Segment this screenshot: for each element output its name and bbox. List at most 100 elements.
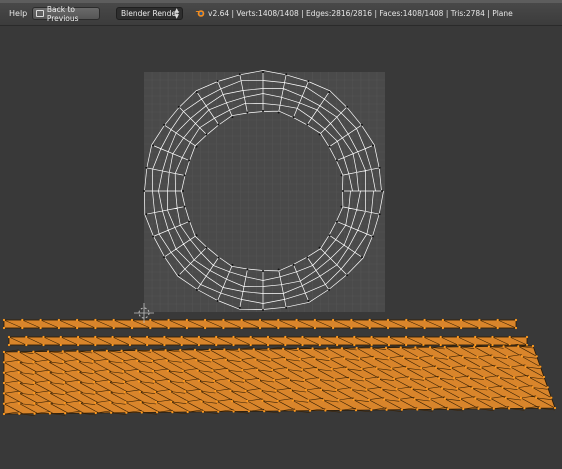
strip-bottom-vertex xyxy=(77,381,81,384)
strip-bottom-vertex xyxy=(276,399,279,402)
ring-vertex xyxy=(318,133,321,136)
strip-bottom-vertex xyxy=(337,398,340,402)
render-engine-select[interactable]: Blender Render ▲ ▼ xyxy=(116,7,183,20)
help-menu[interactable]: Help xyxy=(9,9,27,18)
strip-bottom-vertex xyxy=(76,360,80,363)
strip-bottom-vertex xyxy=(449,366,452,369)
ring-vertex xyxy=(285,306,288,309)
strip-bottom-vertex xyxy=(370,408,373,412)
strip-bottom-vertex xyxy=(462,407,465,411)
ring-vertex xyxy=(328,91,331,94)
strip-top-vertex xyxy=(368,326,371,330)
strip-bottom-vertex xyxy=(413,398,416,401)
strip-bottom-vertex xyxy=(231,400,234,403)
ring-vertex xyxy=(231,116,234,119)
ring-vertex xyxy=(183,174,186,177)
ring-vertex xyxy=(360,256,363,259)
strip-top-vertex xyxy=(514,326,518,330)
ring-vertex xyxy=(318,246,321,249)
ring-vertex xyxy=(145,166,148,169)
strip-bottom-vertex xyxy=(171,411,174,414)
ring-vertex xyxy=(277,111,280,114)
strip-bottom-vertex xyxy=(257,379,261,382)
strip-bottom-vertex xyxy=(271,368,274,371)
strip-bottom-vertex xyxy=(491,355,494,358)
strip-bottom-vertex xyxy=(502,345,505,348)
strip-bottom-vertex xyxy=(2,371,6,374)
strip-bottom-vertex xyxy=(211,369,214,372)
strip-bottom-vertex xyxy=(181,369,184,372)
strip-bottom-vertex xyxy=(377,377,381,380)
strip-bottom-vertex xyxy=(32,381,36,384)
strip-bottom-vertex xyxy=(420,366,423,370)
strip-bottom-vertex xyxy=(48,391,51,394)
strip-bottom-vertex xyxy=(64,412,67,415)
strip-bottom-vertex xyxy=(362,377,366,381)
ring-vertex xyxy=(246,268,249,271)
ring-vertex xyxy=(177,105,180,108)
ring-vertex xyxy=(205,246,208,249)
strip-middle-vertex xyxy=(215,335,218,339)
strip-bottom-vertex xyxy=(383,398,386,401)
strip-bottom-vertex xyxy=(440,387,444,390)
strip-middle-vertex xyxy=(146,335,149,339)
strip-bottom-vertex xyxy=(531,344,535,348)
strip-bottom-vertex xyxy=(182,379,186,383)
ring-vertex xyxy=(231,263,234,266)
strip-bottom-vertex xyxy=(152,380,156,383)
ring-vertex xyxy=(285,73,288,76)
strip-bottom-vertex xyxy=(47,381,51,384)
strip-top-vertex xyxy=(76,326,79,330)
strip-middle-vertex xyxy=(456,335,459,339)
strip-bottom-vertex xyxy=(347,378,351,381)
strip-bottom-vertex xyxy=(109,401,112,404)
strip-bottom-vertex xyxy=(107,380,111,383)
strip-middle-vertex xyxy=(474,335,477,339)
ring-vertex xyxy=(371,144,374,147)
ring-vertex xyxy=(292,263,295,266)
strip-bottom-vertex xyxy=(302,378,306,381)
strip-bottom-vertex xyxy=(195,359,198,362)
strip-top-vertex xyxy=(295,318,298,322)
strip-bottom-vertex xyxy=(291,399,294,402)
strip-top-vertex xyxy=(496,318,499,322)
strip-bottom-vertex xyxy=(524,365,527,368)
strip-middle-vertex xyxy=(491,335,494,339)
back-to-previous-button[interactable]: Back to Previous xyxy=(32,5,100,23)
ring-vertex xyxy=(378,166,381,169)
strip-bottom-vertex xyxy=(244,389,247,392)
strip-bottom-vertex xyxy=(523,407,526,410)
strip-bottom-vertex xyxy=(78,391,81,394)
strip-bottom-vertex xyxy=(47,350,50,353)
strip-bottom-vertex xyxy=(17,361,20,364)
strip-bottom-vertex xyxy=(431,408,434,411)
header-bar: Help Back to Previous Blender Render ▲ ▼ … xyxy=(0,0,562,26)
strip-bottom-vertex xyxy=(322,399,325,402)
ring-vertex xyxy=(328,234,331,237)
strip-bottom-vertex xyxy=(311,347,314,350)
strip-bottom-vertex xyxy=(108,391,111,394)
ring-vertex xyxy=(217,123,220,126)
strip-bottom-vertex xyxy=(122,380,126,383)
scene-stats: v2.64 | Verts:1408/1408 | Edges:2816/281… xyxy=(208,9,513,18)
strip-bottom-vertex xyxy=(169,390,172,393)
strip-bottom-vertex xyxy=(492,407,495,410)
strip-bottom-vertex xyxy=(48,412,52,415)
strip-bottom-vertex xyxy=(179,348,182,352)
ring-vertex xyxy=(340,205,343,208)
strip-bottom-vertex xyxy=(416,408,419,411)
strip-bottom-vertex xyxy=(504,397,507,400)
strip-bottom-vertex xyxy=(201,410,205,413)
ring-vertex xyxy=(195,145,198,148)
ring-vertex xyxy=(183,205,186,208)
strip-top-vertex xyxy=(39,326,42,330)
uv-editor-canvas[interactable] xyxy=(0,26,562,469)
strip-bottom-vertex xyxy=(156,411,159,414)
strip-bottom-vertex xyxy=(519,396,523,400)
strip-bottom-vertex xyxy=(136,359,139,362)
strip-bottom-vertex xyxy=(197,379,201,382)
strip-bottom-vertex xyxy=(464,366,467,369)
strip-bottom-vertex xyxy=(392,377,396,380)
strip-top-vertex xyxy=(57,326,61,330)
strip-top-vertex xyxy=(94,318,97,322)
